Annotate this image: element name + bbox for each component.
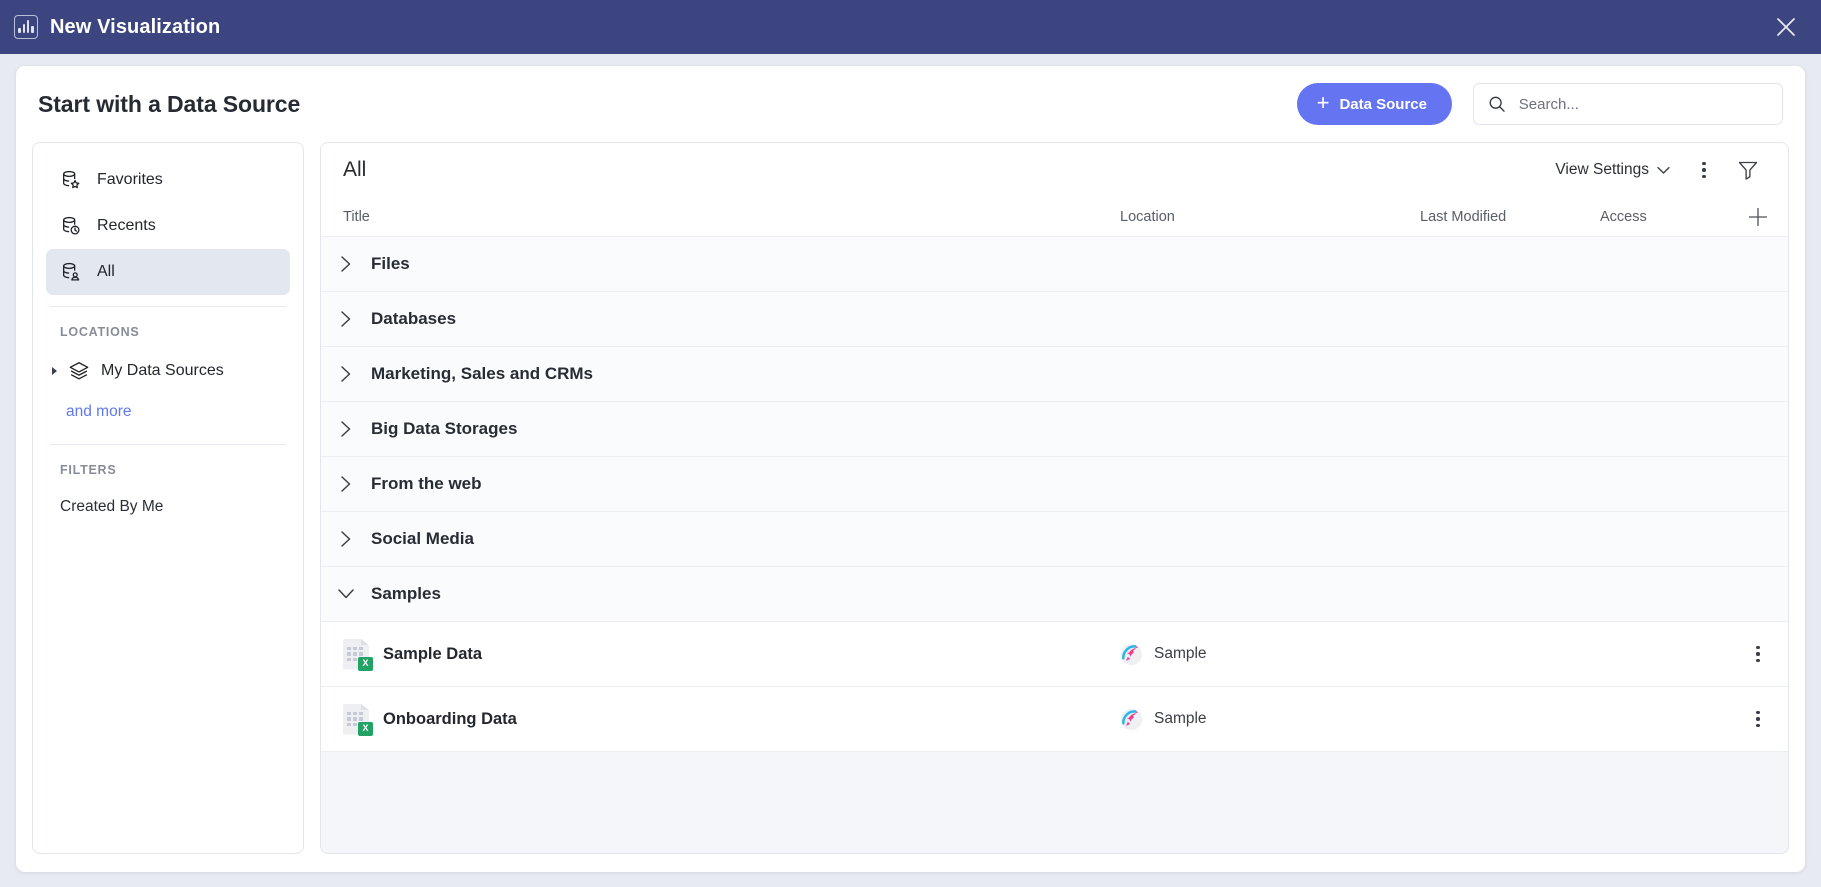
row-title: Sample Data — [383, 644, 483, 663]
and-more-link[interactable]: and more — [46, 393, 290, 433]
search-box[interactable] — [1473, 83, 1783, 125]
chevron-right-icon[interactable] — [321, 475, 371, 493]
excel-file-icon: X — [343, 703, 373, 736]
content-panel: All View Settings Title Location Last Mo… — [320, 142, 1789, 854]
table-group-row[interactable]: Social Media — [321, 512, 1788, 567]
row-title-cell: X Sample Data — [321, 638, 1120, 671]
row-title-cell: X Onboarding Data — [321, 703, 1120, 736]
content-more-button[interactable] — [1686, 152, 1722, 188]
row-title: Onboarding Data — [383, 709, 517, 728]
column-header-access: Access — [1600, 208, 1647, 225]
layers-icon — [69, 362, 89, 380]
row-menu-button[interactable] — [1728, 710, 1788, 728]
close-icon[interactable] — [1769, 10, 1803, 44]
table-header-row: Title Location Last Modified Access — [321, 197, 1788, 237]
sidebar: Favorites Recents All LOCATIONS My Data … — [32, 142, 304, 854]
sidebar-item-my-data-sources[interactable]: My Data Sources — [46, 349, 290, 393]
header-actions: + Data Source — [1296, 83, 1783, 125]
chevron-right-icon[interactable] — [321, 420, 371, 438]
sidebar-item-label: My Data Sources — [101, 362, 224, 379]
excel-badge: X — [358, 656, 373, 671]
table-group-row[interactable]: Databases — [321, 292, 1788, 347]
row-location-label: Sample — [1154, 710, 1207, 727]
chevron-right-icon[interactable] — [321, 310, 371, 328]
table-group-row-samples[interactable]: Samples — [321, 567, 1788, 622]
sidebar-item-favorites[interactable]: Favorites — [46, 157, 290, 203]
row-location-label: Sample — [1154, 645, 1207, 662]
database-star-icon — [63, 170, 80, 189]
table-group-row[interactable]: From the web — [321, 457, 1788, 512]
group-label: Samples — [371, 584, 441, 603]
excel-badge: X — [358, 721, 373, 736]
sidebar-filter-created-by-me[interactable]: Created By Me — [46, 487, 290, 527]
kebab-menu-icon — [1756, 710, 1760, 728]
excel-file-icon: X — [343, 638, 373, 671]
table-body: Files Databases Marketing, Sales and CRM… — [321, 237, 1788, 853]
group-label: From the web — [371, 474, 482, 493]
search-input[interactable] — [1518, 95, 1768, 113]
kebab-menu-icon — [1702, 161, 1706, 179]
chevron-down-icon — [1657, 166, 1670, 174]
sidebar-item-label: Favorites — [97, 171, 163, 188]
row-location-cell: Sample — [1120, 708, 1420, 731]
dialog-header: Start with a Data Source + Data Source — [16, 66, 1805, 142]
database-clock-icon — [63, 216, 80, 235]
group-label: Marketing, Sales and CRMs — [371, 364, 594, 383]
chevron-down-icon[interactable] — [321, 588, 371, 600]
page-title: Start with a Data Source — [38, 90, 301, 117]
plus-icon: + — [1316, 90, 1330, 115]
funnel-icon — [1738, 161, 1758, 180]
content-header-actions: View Settings — [1547, 152, 1766, 188]
filter-button[interactable] — [1730, 152, 1766, 188]
chevron-right-icon[interactable] — [321, 255, 371, 273]
chevron-right-icon[interactable] — [321, 365, 371, 383]
column-header-location: Location — [1120, 208, 1175, 225]
bar-chart-icon — [14, 15, 38, 39]
view-settings-label: View Settings — [1555, 161, 1649, 178]
table-group-row[interactable]: Big Data Storages — [321, 402, 1788, 457]
rocket-icon — [1120, 643, 1143, 665]
group-label: Files — [371, 254, 410, 273]
chevron-right-icon[interactable] — [321, 530, 371, 548]
add-data-source-button[interactable]: + Data Source — [1296, 83, 1452, 125]
view-settings-dropdown[interactable]: View Settings — [1547, 155, 1678, 185]
title-bar: New Visualization — [0, 0, 1821, 54]
table-group-row[interactable]: Marketing, Sales and CRMs — [321, 347, 1788, 402]
content-header: All View Settings — [321, 143, 1788, 197]
sidebar-locations-label: LOCATIONS — [60, 325, 140, 339]
table-group-row[interactable]: Files — [321, 237, 1788, 292]
row-location-cell: Sample — [1120, 643, 1420, 666]
column-header-last-modified: Last Modified — [1420, 208, 1507, 225]
sidebar-item-label: All — [97, 263, 115, 280]
add-data-source-label: Data Source — [1339, 95, 1427, 113]
sidebar-item-recents[interactable]: Recents — [46, 203, 290, 249]
table-row[interactable]: X Sample Data Sample — [321, 622, 1788, 687]
content-title: All — [343, 158, 367, 181]
app-title: New Visualization — [50, 15, 221, 38]
group-label: Databases — [371, 309, 457, 328]
group-label: Social Media — [371, 529, 474, 548]
data-source-dialog: Start with a Data Source + Data Source S… — [16, 66, 1805, 872]
dialog-body: Favorites Recents All LOCATIONS My Data … — [16, 142, 1805, 872]
column-header-title: Title — [343, 208, 370, 225]
kebab-menu-icon — [1756, 645, 1760, 663]
rocket-icon — [1120, 708, 1143, 730]
sidebar-filters-label: FILTERS — [60, 463, 117, 477]
plus-icon — [1748, 207, 1768, 226]
table-row[interactable]: X Onboarding Data Sample — [321, 687, 1788, 752]
expand-triangle-icon[interactable] — [52, 367, 57, 375]
row-menu-button[interactable] — [1728, 645, 1788, 663]
sidebar-item-label: Recents — [97, 217, 156, 234]
database-user-icon — [63, 262, 80, 281]
group-label: Big Data Storages — [371, 419, 518, 438]
search-icon — [1489, 96, 1505, 112]
add-column-button[interactable] — [1728, 206, 1788, 228]
sidebar-item-all[interactable]: All — [46, 249, 290, 295]
